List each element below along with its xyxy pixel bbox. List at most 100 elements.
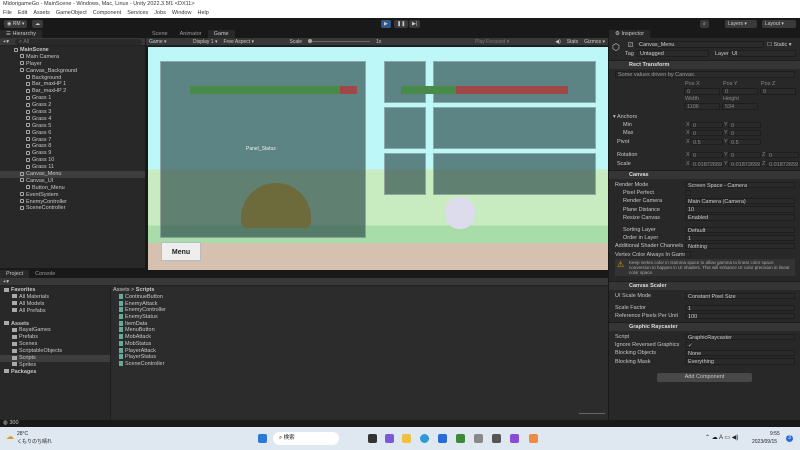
hierarchy-item[interactable]: SceneController (0, 205, 145, 212)
hierarchy-item[interactable]: Grass 9 (0, 150, 145, 157)
minecraft-icon[interactable] (456, 434, 465, 443)
script-file[interactable]: EnemyAttack (119, 301, 608, 308)
project-tree-item[interactable]: All Prefabs (0, 308, 110, 315)
anchors-foldout[interactable]: ▾ Anchors (613, 114, 637, 120)
tab-console[interactable]: Console (29, 270, 62, 278)
pos-x-field[interactable]: 0 (684, 88, 720, 95)
tab-project[interactable]: Project (0, 270, 30, 278)
scale-x-field[interactable]: 0.01872659 (690, 160, 723, 167)
object-name-input[interactable]: Canvas_Menu (636, 41, 764, 48)
hierarchy-item[interactable]: EnemyController (0, 199, 145, 206)
hierarchy-item[interactable]: Bar_maxHP 1 (0, 81, 145, 88)
tab-hierarchy[interactable]: ☰ Hierarchy (0, 30, 43, 38)
width-field[interactable]: 1106 (684, 103, 720, 110)
static-toggle[interactable]: ☐ Static ▾ (767, 42, 792, 48)
stats-button[interactable]: Stats (567, 39, 578, 45)
property-field[interactable]: Screen Space - Camera (685, 181, 795, 188)
play-focused-dropdown[interactable]: Play Focused ▾ (475, 39, 509, 45)
project-tree-item[interactable]: Scenes (0, 341, 110, 348)
hierarchy-search-input[interactable]: ⌕ All (14, 38, 142, 45)
project-tree-item[interactable]: ScriptableObjects (0, 348, 110, 355)
menu-services[interactable]: Services (127, 9, 148, 18)
property-field[interactable]: Nothing (685, 242, 795, 250)
hierarchy-item[interactable]: Grass 3 (0, 109, 145, 116)
project-tree-item[interactable]: Prefabs (0, 334, 110, 341)
menu-help[interactable]: Help (197, 9, 208, 18)
aspect-dropdown[interactable]: Free Aspect ▾ (223, 39, 283, 45)
project-tree-item[interactable]: All Models (0, 301, 110, 308)
project-tree-item[interactable]: Favorites (0, 287, 110, 294)
script-file[interactable]: ContinueButton (119, 294, 608, 301)
pivot-y-field[interactable]: 0.5 (728, 138, 761, 145)
project-tree-item[interactable]: Scripts (0, 355, 110, 362)
scale-z-field[interactable]: 0.01872659 (766, 160, 799, 167)
tag-dropdown[interactable]: Untagged (637, 50, 709, 57)
store-icon[interactable] (438, 434, 447, 443)
breadcrumb-scripts[interactable]: Scripts (136, 287, 155, 293)
project-tree-item[interactable]: BayatGames (0, 327, 110, 334)
script-file[interactable]: PlayerAttack (119, 348, 608, 355)
audio-icon[interactable]: ◀) (555, 39, 561, 45)
play-button[interactable]: ▶ (381, 20, 391, 28)
property-field[interactable]: 1 (685, 234, 795, 241)
unity-hub-icon[interactable] (474, 434, 483, 443)
height-field[interactable]: 534 (722, 103, 758, 110)
property-field[interactable]: Enabled (685, 214, 795, 221)
start-icon[interactable] (258, 434, 267, 443)
add-component-button[interactable]: Add Component (657, 373, 752, 382)
visual-studio-icon[interactable] (510, 434, 519, 443)
project-tree-item[interactable]: Packages (0, 369, 110, 376)
search-icon[interactable]: ⌕ (700, 20, 709, 28)
gizmos-dropdown[interactable]: Gizmos ▾ (584, 39, 605, 45)
breadcrumb-assets[interactable]: Assets (113, 287, 130, 293)
menu-button[interactable]: Menu (161, 242, 201, 261)
pos-z-field[interactable]: 0 (760, 88, 796, 95)
property-field[interactable]: Constant Pixel Size (685, 292, 795, 299)
hierarchy-item[interactable]: Grass 6 (0, 130, 145, 137)
hierarchy-item[interactable]: Bar_maxHP 2 (0, 88, 145, 95)
scale-y-field[interactable]: 0.01872659 (728, 160, 761, 167)
property-field[interactable]: 100 (685, 312, 795, 320)
graphic-raycaster-header[interactable]: Graphic Raycaster (609, 322, 800, 331)
pos-y-field[interactable]: 0 (722, 88, 758, 95)
tab-animator[interactable]: Animator (173, 30, 208, 38)
hierarchy-item[interactable]: Button_Menu (0, 185, 145, 192)
menu-assets[interactable]: Assets (33, 9, 50, 18)
hierarchy-item[interactable]: Canvas_UI (0, 178, 145, 185)
script-file[interactable]: MenuButton (119, 327, 608, 334)
hierarchy-item[interactable]: Canvas_Menu (0, 171, 145, 178)
display-dropdown[interactable]: Display 1 ▾ (193, 39, 217, 45)
script-file[interactable]: ItemData (119, 321, 608, 328)
menu-file[interactable]: File (3, 9, 12, 18)
script-file[interactable]: MobStatus (119, 341, 608, 348)
pause-button[interactable]: ❚❚ (394, 20, 409, 28)
hierarchy-item[interactable]: Grass 2 (0, 102, 145, 109)
project-tree-item[interactable]: Assets (0, 321, 110, 328)
explorer-icon[interactable] (402, 434, 411, 443)
tab-game[interactable]: Game (207, 30, 235, 38)
layout-dropdown[interactable]: Layout ▾ (762, 20, 796, 28)
max-y-field[interactable]: 0 (728, 129, 761, 136)
tab-inspector[interactable]: ⚙ Inspector (609, 30, 651, 38)
property-field[interactable]: ✓ (685, 341, 693, 348)
cloud-icon[interactable]: ☁ (32, 20, 43, 28)
property-field[interactable] (685, 251, 691, 258)
menu-jobs[interactable]: Jobs (154, 9, 166, 18)
project-tree-item[interactable]: All Materials (0, 294, 110, 301)
property-field[interactable] (685, 189, 691, 197)
hierarchy-item[interactable]: Grass 7 (0, 137, 145, 144)
menu-window[interactable]: Window (172, 9, 192, 18)
layer-dropdown[interactable]: UI (729, 50, 796, 57)
rot-y-field[interactable]: 0 (728, 151, 761, 158)
notification-badge[interactable]: 3 (786, 435, 793, 442)
property-field[interactable]: Main Camera (Camera) (685, 197, 795, 205)
property-field[interactable]: None (685, 349, 795, 357)
create-button[interactable]: +▾ (3, 279, 9, 285)
unity-icon[interactable] (492, 434, 501, 443)
layers-dropdown[interactable]: Layers ▾ (725, 20, 757, 28)
script-file[interactable]: PlayerStatus (119, 354, 608, 361)
paint-icon[interactable] (529, 434, 538, 443)
add-button[interactable]: +▾ (3, 39, 9, 45)
menu-component[interactable]: Component (93, 9, 121, 18)
menu-edit[interactable]: Edit (18, 9, 27, 18)
